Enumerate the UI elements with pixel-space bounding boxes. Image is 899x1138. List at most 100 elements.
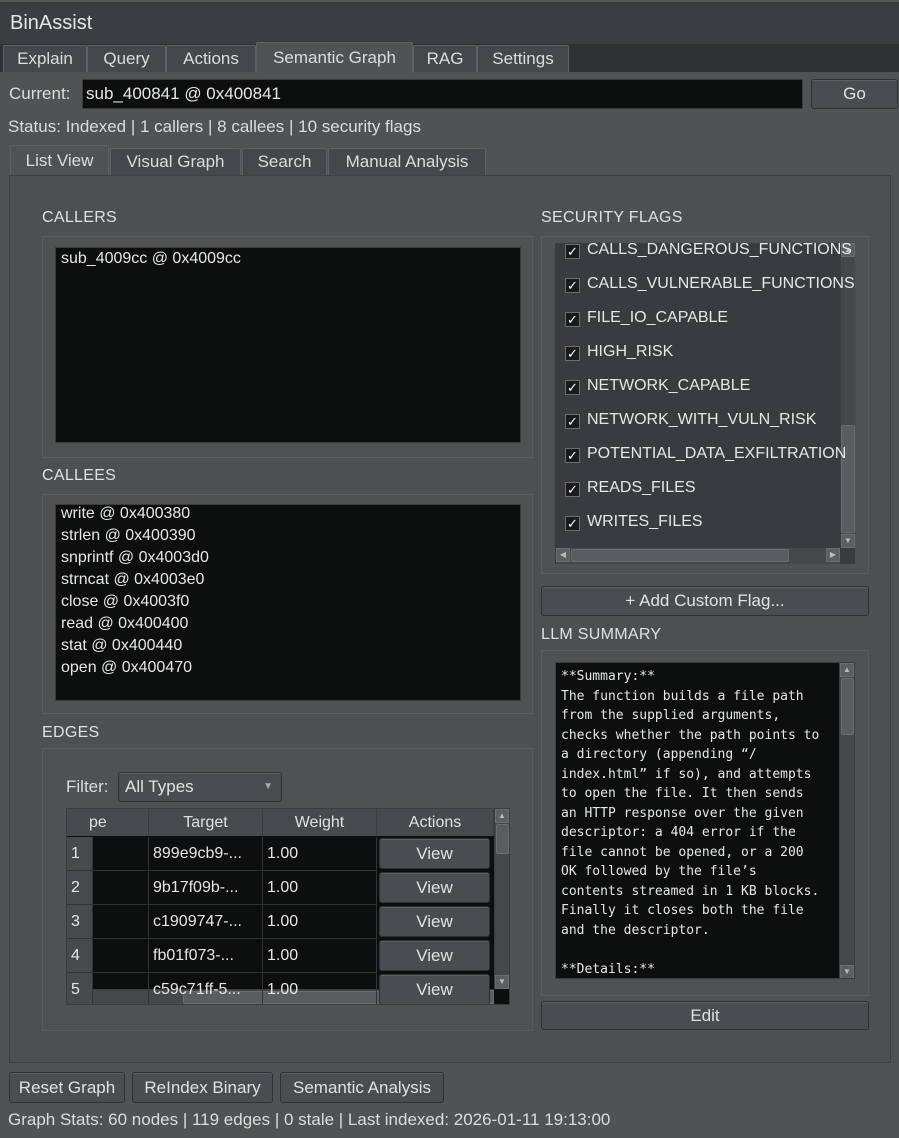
flag-label: CALLS_VULNERABLE_FUNCTIONS	[587, 275, 855, 292]
edge-weight-cell: 1.00	[263, 973, 377, 1005]
llm-summary-heading: LLM SUMMARY	[541, 626, 661, 644]
view-edge-button[interactable]: View	[379, 838, 490, 869]
security-flag-item[interactable]: ✓ READS_FILES	[565, 478, 695, 498]
checkbox-checked-icon[interactable]: ✓	[565, 516, 580, 531]
column-header-actions[interactable]: Actions	[377, 809, 494, 836]
security-flag-item[interactable]: ✓ WRITES_FILES	[565, 512, 703, 532]
checkbox-checked-icon[interactable]: ✓	[565, 482, 580, 497]
go-button[interactable]: Go	[811, 79, 898, 109]
edges-heading: EDGES	[42, 724, 100, 742]
edges-table: pe Target Weight Actions ▲▼ ◀▶ 1899e9cb9…	[66, 808, 510, 1005]
checkbox-checked-icon[interactable]: ✓	[565, 414, 580, 429]
checkbox-checked-icon[interactable]: ✓	[565, 380, 580, 395]
tab-visual-graph[interactable]: Visual Graph	[110, 148, 241, 175]
tab-rag[interactable]: RAG	[413, 45, 477, 72]
callee-item[interactable]: open @ 0x400470	[61, 659, 192, 677]
edge-target-cell: 899e9cb9-...	[149, 837, 263, 871]
edges-vertical-scrollbar[interactable]: ▲▼	[494, 809, 510, 989]
callee-item[interactable]: write @ 0x400380	[61, 505, 190, 523]
main-tabs: Explain Query Actions Semantic Graph RAG…	[0, 44, 899, 72]
edge-type-cell	[93, 871, 149, 905]
edit-summary-button[interactable]: Edit	[541, 1001, 869, 1030]
edge-weight-cell: 1.00	[263, 871, 377, 905]
column-header-target[interactable]: Target	[149, 809, 263, 836]
summary-line: **Summary:**	[561, 667, 655, 687]
summary-line: to open the file. It then sends	[561, 784, 804, 804]
view-edge-button[interactable]: View	[379, 872, 490, 903]
llm-summary-text[interactable]: ▲▼ **Summary:**The function builds a fil…	[555, 662, 855, 979]
security-flag-item[interactable]: ✓POTENTIAL_DATA_EXFILTRATION	[565, 444, 846, 464]
security-flags-heading: SECURITY FLAGS	[541, 209, 683, 227]
security-flags-list[interactable]: ▲▼ ◀▶ ✓CALLS_DANGEROUS_FUNCTIONS✓CALLS_V…	[555, 243, 855, 564]
row-number: 2	[67, 871, 93, 905]
summary-line: OK followed by the file’s	[561, 862, 757, 882]
callee-item[interactable]: read @ 0x400400	[61, 615, 188, 633]
reset-graph-button[interactable]: Reset Graph	[9, 1072, 125, 1103]
flag-label: HIGH_RISK	[587, 343, 673, 360]
callers-heading: CALLERS	[42, 209, 117, 227]
summary-line: checks whether the path points to	[561, 726, 819, 746]
callee-item[interactable]: strncat @ 0x4003e0	[61, 571, 204, 589]
view-edge-button[interactable]: View	[379, 940, 490, 971]
app-title: BinAssist	[10, 12, 92, 35]
edge-weight-cell: 1.00	[263, 837, 377, 871]
checkbox-checked-icon[interactable]: ✓	[565, 244, 580, 259]
edge-type-cell	[93, 973, 149, 1005]
chevron-down-icon: ▼	[263, 773, 273, 801]
edge-type-cell	[93, 939, 149, 973]
callee-item[interactable]: snprintf @ 0x4003d0	[61, 549, 209, 567]
tab-manual-analysis[interactable]: Manual Analysis	[328, 148, 486, 175]
checkbox-checked-icon[interactable]: ✓	[565, 312, 580, 327]
semantic-analysis-button[interactable]: Semantic Analysis	[280, 1072, 444, 1103]
checkbox-checked-icon[interactable]: ✓	[565, 346, 580, 361]
flag-label: CALLS_DANGEROUS_FUNCTIONS	[587, 243, 852, 258]
summary-line: and the descriptor.	[561, 921, 710, 941]
view-edge-button[interactable]: View	[379, 974, 490, 1005]
callee-item[interactable]: close @ 0x4003f0	[61, 593, 189, 611]
callers-list[interactable]: sub_4009cc @ 0x4009cc	[55, 247, 521, 443]
row-number: 3	[67, 905, 93, 939]
summary-line: an HTTP response over the given	[561, 804, 804, 824]
security-flag-item[interactable]: ✓NETWORK_WITH_VULN_RISK	[565, 410, 816, 430]
summary-line: **Details:**	[561, 960, 655, 980]
callee-item[interactable]: stat @ 0x400440	[61, 637, 182, 655]
summary-vertical-scrollbar[interactable]: ▲▼	[839, 663, 855, 979]
security-flag-item[interactable]: ✓ CALLS_DANGEROUS_FUNCTIONS	[565, 243, 852, 260]
flag-label: READS_FILES	[587, 479, 695, 496]
tab-list-view[interactable]: List View	[10, 145, 109, 176]
security-flag-item[interactable]: ✓FILE_IO_CAPABLE	[565, 308, 728, 328]
tab-search[interactable]: Search	[242, 148, 327, 175]
view-edge-button[interactable]: View	[379, 906, 490, 937]
summary-line: from the supplied arguments,	[561, 706, 780, 726]
security-flag-item[interactable]: ✓ CALLS_VULNERABLE_FUNCTIONS	[565, 274, 855, 294]
reindex-binary-button[interactable]: ReIndex Binary	[132, 1072, 273, 1103]
current-function-input[interactable]: sub_400841 @ 0x400841	[82, 79, 803, 109]
tab-query[interactable]: Query	[87, 45, 166, 72]
tab-semantic-graph[interactable]: Semantic Graph	[256, 42, 413, 73]
flag-label: WRITES_FILES	[587, 513, 703, 530]
flags-horizontal-scrollbar[interactable]: ◀▶	[555, 548, 840, 564]
edge-type-filter[interactable]: All Types▼	[118, 772, 282, 802]
callee-item[interactable]: strlen @ 0x400390	[61, 527, 196, 545]
column-header-weight[interactable]: Weight	[263, 809, 377, 836]
checkbox-checked-icon[interactable]: ✓	[565, 448, 580, 463]
security-flag-item[interactable]: ✓ HIGH_RISK	[565, 342, 673, 362]
edge-target-cell: c1909747-...	[149, 905, 263, 939]
tab-actions[interactable]: Actions	[166, 45, 256, 72]
security-flag-item[interactable]: ✓NETWORK_CAPABLE	[565, 376, 750, 396]
filter-label: Filter:	[66, 777, 109, 797]
status-text: Status: Indexed | 1 callers | 8 callees …	[8, 117, 421, 137]
tab-explain[interactable]: Explain	[3, 45, 87, 72]
callees-list[interactable]: write @ 0x400380 strlen @ 0x400390 snprint…	[55, 504, 521, 701]
edge-weight-cell: 1.00	[263, 905, 377, 939]
summary-line: Finally it closes both the file	[561, 901, 804, 921]
column-header-type[interactable]: pe	[67, 809, 149, 836]
edge-target-cell: 9b17f09b-...	[149, 871, 263, 905]
sub-tabs: List View Visual Graph Search Manual Ana…	[9, 147, 489, 175]
edge-type-cell	[93, 905, 149, 939]
add-custom-flag-button[interactable]: + Add Custom Flag...	[541, 586, 869, 616]
edge-target-cell: fb01f073-...	[149, 939, 263, 973]
tab-settings[interactable]: Settings	[477, 45, 569, 72]
checkbox-checked-icon[interactable]: ✓	[565, 278, 580, 293]
caller-item[interactable]: sub_4009cc @ 0x4009cc	[61, 250, 241, 268]
